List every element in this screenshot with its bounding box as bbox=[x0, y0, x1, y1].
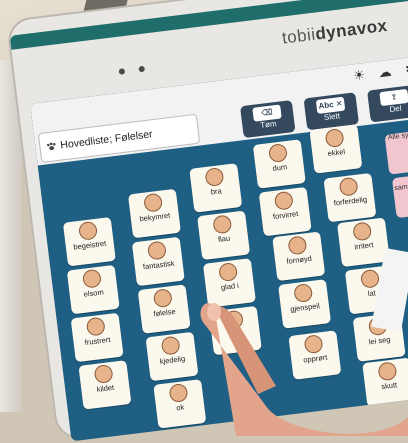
symbol-cell[interactable]: begeistret bbox=[62, 216, 116, 267]
face-icon bbox=[218, 262, 239, 283]
face-icon bbox=[352, 221, 373, 242]
face-icon bbox=[168, 382, 189, 404]
face-icon bbox=[78, 220, 99, 241]
face-icon bbox=[287, 235, 308, 256]
face-icon bbox=[273, 190, 294, 211]
symbol-cell[interactable]: forferdelig bbox=[323, 172, 377, 223]
settings-icon[interactable]: ✱ bbox=[402, 60, 408, 78]
paw-icon bbox=[46, 142, 56, 151]
share-button[interactable]: ⇪ Del bbox=[367, 84, 408, 123]
symbol-cell[interactable]: dum bbox=[252, 139, 306, 189]
face-icon bbox=[359, 268, 381, 289]
face-icon bbox=[324, 128, 345, 149]
symbol-cell[interactable]: bra bbox=[189, 163, 243, 213]
face-icon bbox=[143, 192, 164, 213]
symbol-cell[interactable]: ekkel bbox=[309, 124, 363, 174]
face-icon bbox=[338, 176, 359, 197]
pointing-hand bbox=[200, 303, 408, 436]
face-icon bbox=[204, 166, 225, 188]
cloud-icon[interactable]: ☁ bbox=[376, 64, 394, 82]
face-icon bbox=[152, 288, 173, 309]
no-compare-button[interactable]: Ikke sammenlignen bbox=[391, 172, 408, 219]
message-text: Hovedliste; Følelser bbox=[59, 128, 154, 152]
symbol-cell[interactable]: bekymret bbox=[127, 188, 181, 239]
symbol-cell[interactable]: kildet bbox=[78, 360, 132, 410]
symbol-cell[interactable]: fornøyd bbox=[272, 231, 326, 282]
symbol-cell[interactable]: elsom bbox=[66, 264, 120, 315]
symbol-cell[interactable]: forvirret bbox=[258, 186, 312, 237]
symbol-cell[interactable]: følelse bbox=[137, 284, 191, 334]
face-icon bbox=[93, 363, 114, 385]
symbol-cell[interactable]: kjedelig bbox=[145, 331, 199, 382]
status-icons: ☀ ☁ ✱ bbox=[350, 60, 408, 84]
clear-button[interactable]: ⌫ Tøm bbox=[240, 100, 296, 139]
face-icon bbox=[212, 214, 233, 235]
symbol-cell[interactable]: frustrert bbox=[70, 312, 124, 363]
face-icon bbox=[81, 268, 102, 289]
all-symbols-button[interactable]: Alle symboler bbox=[384, 129, 408, 175]
face-icon bbox=[160, 335, 181, 356]
brightness-icon[interactable]: ☀ bbox=[350, 67, 368, 85]
symbol-cell[interactable]: flau bbox=[197, 210, 251, 261]
symbol-cell[interactable]: fantastisk bbox=[131, 236, 185, 287]
face-icon bbox=[146, 240, 167, 261]
face-icon bbox=[85, 316, 106, 337]
face-icon bbox=[267, 143, 289, 164]
